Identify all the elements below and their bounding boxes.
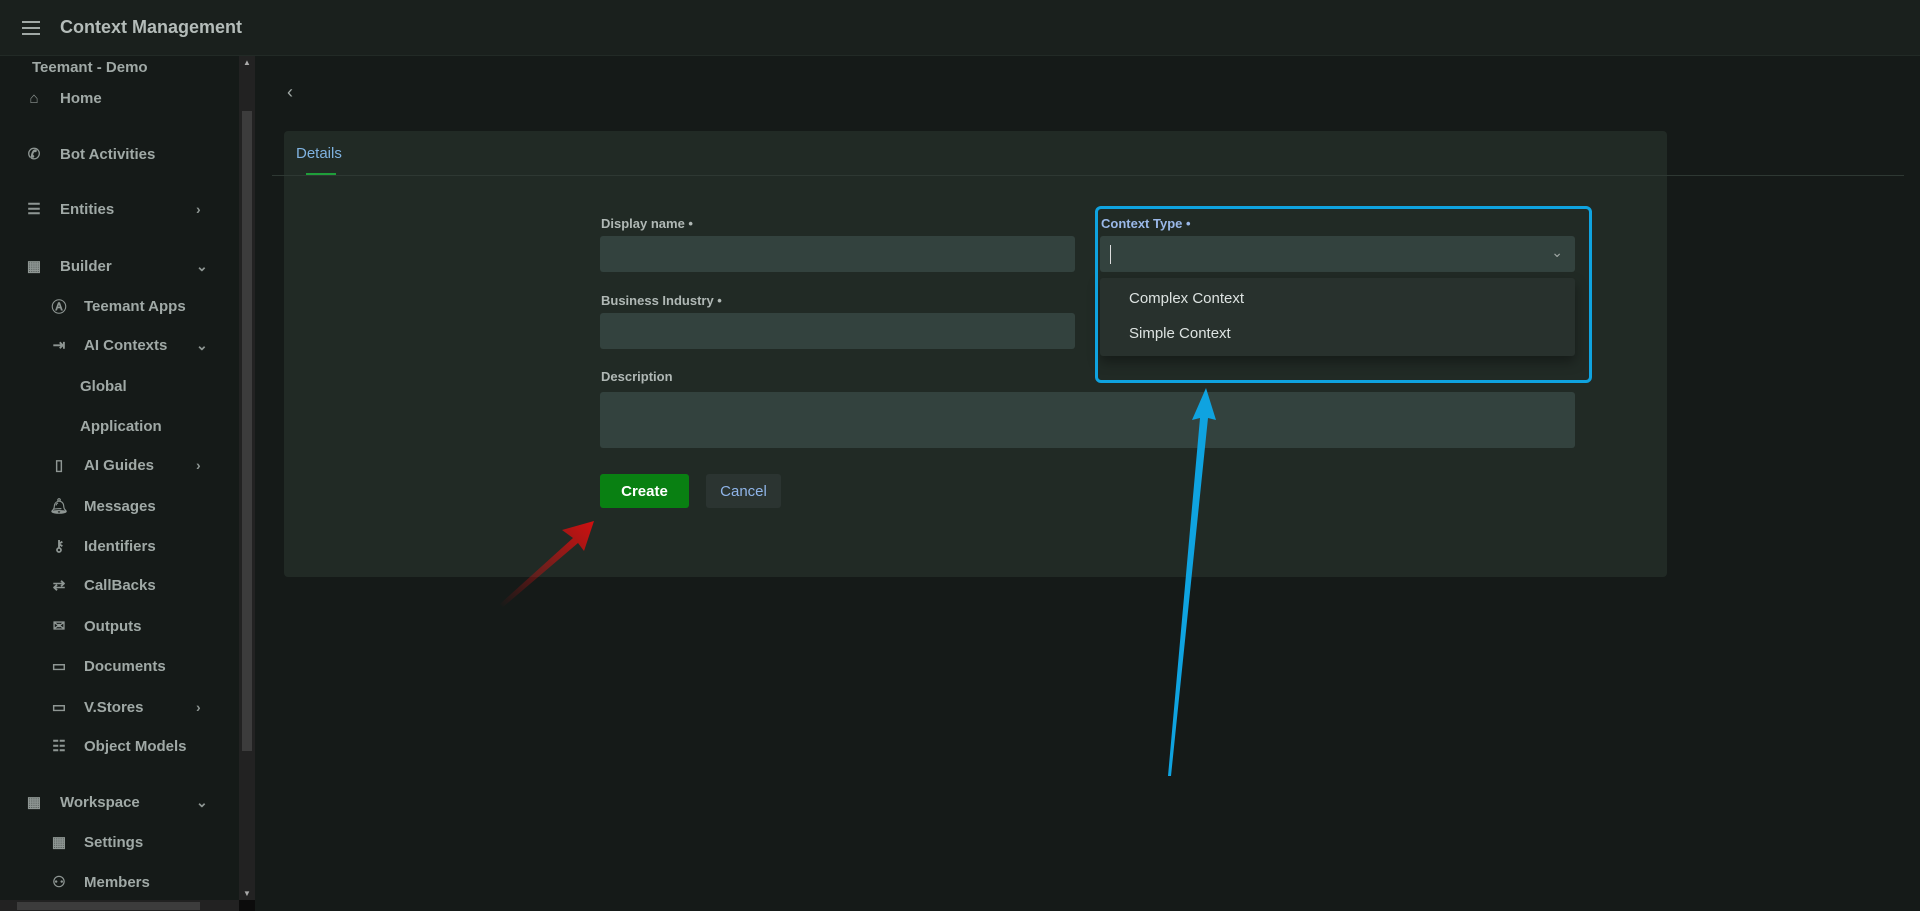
scrollbar-thumb[interactable] [17, 902, 200, 910]
sidebar-item-bot-activities[interactable]: ✆ Bot Activities [0, 139, 239, 169]
sidebar-item-documents[interactable]: ▭ Documents [0, 651, 239, 681]
sidebar-item-label: V.Stores [84, 698, 144, 716]
sidebar-item-label: Messages [84, 497, 156, 515]
cancel-button[interactable]: Cancel [706, 474, 781, 508]
document-icon: ☰ [27, 201, 41, 218]
tab-details[interactable]: Details [296, 145, 342, 162]
display-name-input[interactable] [600, 236, 1075, 272]
description-label: Description [601, 369, 673, 384]
scroll-down-icon[interactable]: ▼ [243, 889, 251, 898]
sidebar-item-label: Global [80, 377, 127, 395]
chevron-down-icon[interactable]: ⌄ [196, 794, 208, 811]
building-icon: ▦ [26, 258, 42, 275]
enter-icon: ⇥ [52, 337, 66, 354]
tab-divider [272, 175, 1904, 176]
sidebar-item-label: Identifiers [84, 537, 156, 555]
sidebar-item-entities[interactable]: ☰ Entities › [0, 194, 239, 224]
sidebar-item-label: Bot Activities [60, 145, 156, 163]
sidebar-item-label: Teemant Apps [84, 297, 186, 315]
sidebar-vertical-scrollbar[interactable]: ▲ ▼ [239, 56, 255, 901]
bell-icon: 🔔︎ [49, 498, 69, 515]
sidebar-item-identifiers[interactable]: ⚷ Identifiers [0, 531, 239, 561]
building-icon: ▦ [26, 794, 42, 811]
chevron-right-icon[interactable]: › [196, 201, 201, 217]
sidebar-item-application[interactable]: Application [0, 411, 239, 441]
sidebar-item-object-models[interactable]: ☷ Object Models [0, 731, 239, 761]
sidebar-item-label: Documents [84, 657, 166, 675]
sidebar-item-label: Object Models [84, 737, 187, 755]
chevron-right-icon[interactable]: › [196, 699, 201, 715]
sidebar-item-label: Members [84, 873, 150, 891]
sidebar-item-label: Builder [60, 257, 112, 275]
back-chevron-icon[interactable]: ‹ [287, 82, 293, 103]
business-industry-input[interactable] [600, 313, 1075, 349]
chevron-right-icon[interactable]: › [196, 457, 201, 473]
sidebar-item-label: AI Guides [84, 456, 155, 474]
sidebar-item-global[interactable]: Global [0, 371, 239, 401]
create-button[interactable]: Create [600, 474, 689, 508]
scroll-up-icon[interactable]: ▲ [243, 58, 251, 67]
whatsapp-icon: ✆ [27, 146, 41, 163]
callback-icon: ⇄ [52, 577, 66, 594]
chevron-down-icon[interactable]: ⌄ [196, 258, 208, 275]
envelope-open-icon: ✉ [52, 618, 66, 635]
sidebar-item-members[interactable]: ⚇ Members [0, 867, 239, 897]
scrollbar-corner [239, 900, 255, 911]
sidebar-item-workspace[interactable]: ▦ Workspace ⌄ [0, 787, 239, 817]
sidebar-item-label: Workspace [60, 793, 140, 811]
sidebar-horizontal-scrollbar[interactable] [0, 900, 239, 911]
sidebar-item-label: AI Contexts [84, 336, 168, 354]
sidebar-item-ai-contexts[interactable]: ⇥ AI Contexts ⌄ [0, 330, 239, 360]
description-textarea[interactable] [600, 392, 1575, 448]
sidebar-item-messages[interactable]: 🔔︎ Messages [0, 491, 239, 521]
sidebar-item-v-stores[interactable]: ▭ V.Stores › [0, 692, 239, 722]
sidebar-item-settings[interactable]: ▦ Settings [0, 827, 239, 857]
sidebar-item-label: Outputs [84, 617, 142, 635]
layers-icon: ☷ [52, 738, 66, 755]
sidebar-item-label: CallBacks [84, 576, 156, 594]
sidebar-item-ai-guides[interactable]: ▯ AI Guides › [0, 450, 239, 480]
sidebar-item-outputs[interactable]: ✉ Outputs [0, 611, 239, 641]
highlight-box [1095, 206, 1592, 383]
user-icon: ⚇ [52, 874, 66, 891]
hamburger-icon[interactable] [22, 20, 40, 35]
business-industry-label: Business Industry • [601, 293, 722, 308]
book-open-icon: ▯ [54, 457, 64, 474]
book-icon: ▭ [51, 658, 67, 675]
book-icon: ▭ [51, 699, 67, 716]
tenant-name: Teemant - Demo [32, 59, 148, 76]
sidebar-item-label: Application [80, 417, 162, 435]
display-name-label: Display name • [601, 216, 693, 231]
sidebar-item-teemant-apps[interactable]: Ⓐ Teemant Apps [0, 291, 239, 321]
home-icon: ⌂ [29, 89, 39, 107]
app-header: Context Management [0, 0, 1920, 56]
sidebar-item-label: Settings [84, 833, 144, 851]
active-tab-indicator [306, 173, 336, 175]
sidebar-item-label: Home [60, 89, 102, 107]
key-icon: ⚷ [53, 538, 65, 555]
scrollbar-thumb[interactable] [242, 111, 252, 751]
sidebar-item-callbacks[interactable]: ⇄ CallBacks [0, 570, 239, 600]
sidebar-item-builder[interactable]: ▦ Builder ⌄ [0, 251, 239, 281]
sidebar-item-label: Entities [60, 200, 115, 218]
chevron-down-icon[interactable]: ⌄ [196, 337, 208, 354]
app-store-icon: Ⓐ [51, 298, 67, 316]
building-icon: ▦ [51, 834, 67, 851]
page-title: Context Management [60, 17, 243, 37]
sidebar-item-home[interactable]: ⌂ Home [0, 83, 239, 113]
